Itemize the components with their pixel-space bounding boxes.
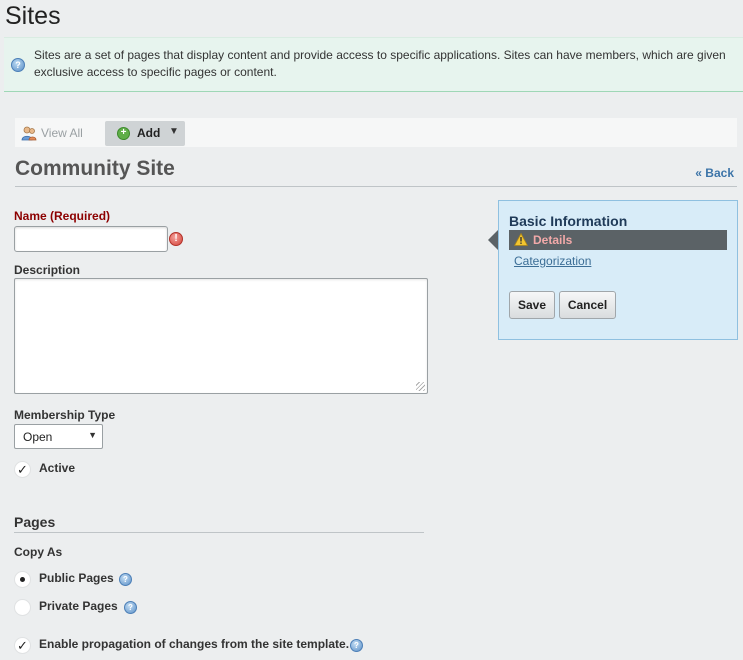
public-pages-radio[interactable] [14,571,31,588]
add-icon: + [117,127,130,140]
users-icon [21,126,37,141]
add-label: Add [137,126,161,140]
navigator-item-details[interactable]: Details [509,230,727,250]
info-message: ? Sites are a set of pages that display … [4,37,743,92]
info-icon: ? [11,58,25,72]
pages-divider [14,532,424,533]
description-label: Description [14,263,81,277]
copy-as-label: Copy As [14,545,63,559]
radio-selected-dot [20,577,25,582]
pages-heading: Pages [14,514,56,530]
active-label: Active [39,461,76,475]
toolbar: View All + Add ▼ [15,118,737,147]
public-pages-label: Public Pages [39,571,114,585]
name-input[interactable] [14,226,168,252]
warning-icon [514,233,528,246]
membership-type-value: Open [23,430,53,444]
navigator-item-categorization[interactable]: Categorization [514,254,591,268]
form-navigator-panel: Basic Information Details Categorization… [488,200,738,340]
navigator-title: Basic Information [509,213,628,229]
description-textarea[interactable] [14,278,428,394]
info-text: Sites are a set of pages that display co… [34,48,726,79]
save-button[interactable]: Save [509,291,555,319]
view-all-button[interactable]: View All [21,124,83,142]
propagation-label: Enable propagation of changes from the s… [39,637,350,651]
chevron-down-icon: ▼ [88,430,97,440]
navigator-item-details-label: Details [533,233,573,247]
membership-type-select[interactable]: Open ▼ [14,424,103,449]
add-menu-button[interactable]: + Add ▼ [105,121,185,146]
active-pointer-icon [488,230,498,250]
propagation-checkbox[interactable]: ✓ [14,637,31,654]
title-divider [15,186,737,187]
resize-handle-icon[interactable] [416,382,425,391]
help-icon[interactable]: ? [350,639,363,652]
membership-type-label: Membership Type [14,408,116,422]
help-icon[interactable]: ? [124,601,137,614]
back-link[interactable]: « Back [695,166,734,180]
private-pages-radio[interactable] [14,599,31,616]
active-checkbox[interactable]: ✓ [14,461,31,478]
help-icon[interactable]: ? [119,573,132,586]
name-label: Name (Required) [14,209,111,223]
view-all-label: View All [41,126,83,140]
error-icon: ! [169,232,183,246]
private-pages-label: Private Pages [39,599,118,613]
caret-down-icon: ▼ [169,126,179,137]
cancel-button[interactable]: Cancel [559,291,616,319]
form-title: Community Site [15,157,175,180]
page-title: Sites [5,2,61,30]
